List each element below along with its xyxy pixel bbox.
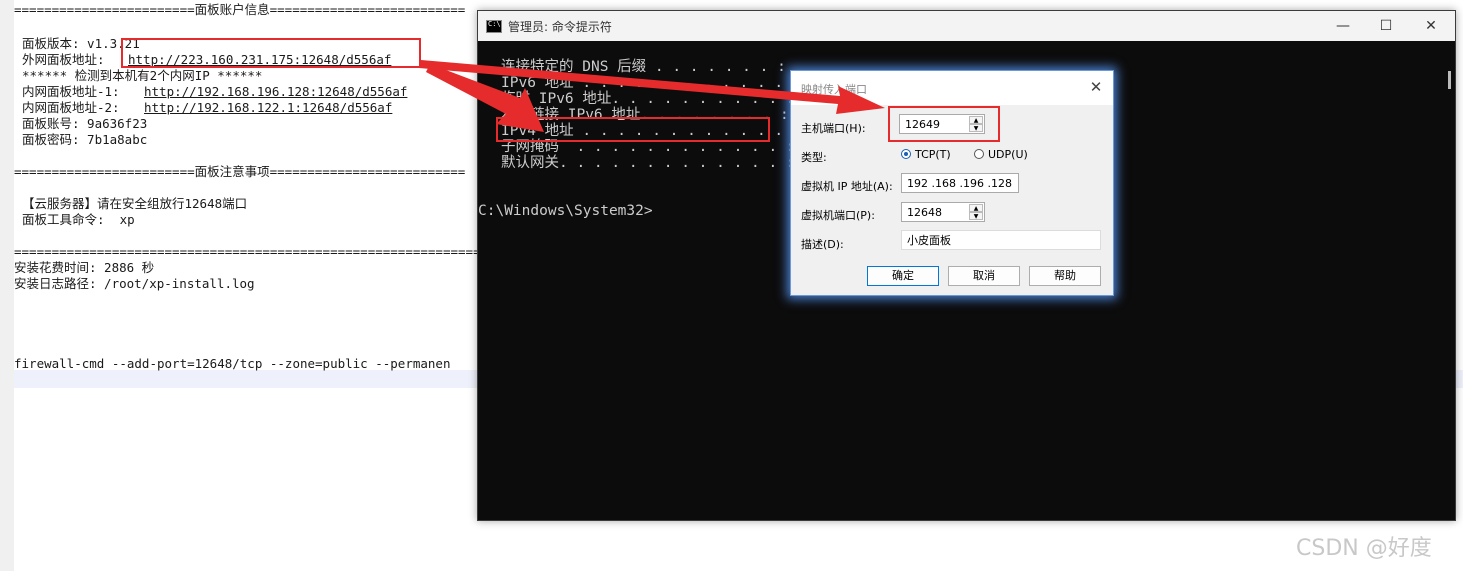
annotation-arrows (419, 60, 885, 132)
csdn-watermark: CSDN @好度 (1296, 536, 1432, 561)
